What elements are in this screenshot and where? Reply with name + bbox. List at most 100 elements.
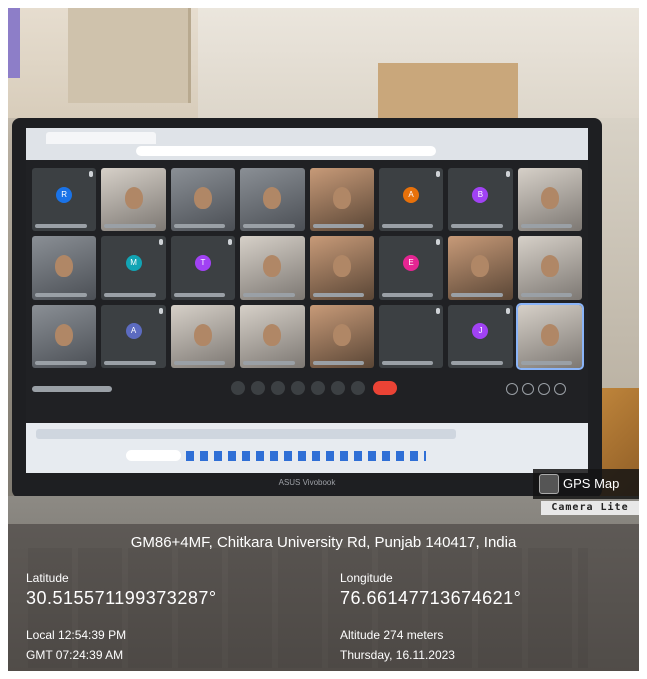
participant-tile: T <box>170 236 236 300</box>
participant-face <box>332 323 351 346</box>
mic-icon <box>436 307 441 314</box>
altitude: Altitude 274 meters <box>340 628 444 642</box>
taskbar-search <box>126 450 181 461</box>
participant-tile: R <box>32 168 97 232</box>
mic-icon <box>228 239 233 246</box>
info-icon <box>506 383 518 395</box>
gmt-time: GMT 07:24:39 AM <box>26 648 124 662</box>
longitude-value: 76.66147713674621° <box>340 588 522 608</box>
logo-subtitle: Camera Lite <box>541 501 639 515</box>
avatar: T <box>194 254 211 271</box>
activities-icon <box>554 383 566 395</box>
participant-tile: B <box>448 168 513 232</box>
browser-address-bar <box>136 146 436 156</box>
date: Thursday, 16.11.2023 <box>340 648 455 662</box>
present-button-icon <box>311 381 325 395</box>
participant-face <box>540 186 559 209</box>
participant-tile <box>309 168 374 232</box>
chat-icon <box>538 383 550 395</box>
avatar: A <box>125 323 142 340</box>
emoji-button-icon <box>291 381 305 395</box>
participant-name <box>243 292 295 297</box>
participant-face <box>332 255 351 278</box>
captions-button-icon <box>271 381 285 395</box>
participant-name <box>35 224 87 229</box>
gps-map-camera-logo: GPS Map Camera Lite <box>533 469 639 517</box>
camera-button-icon <box>251 381 265 395</box>
participant-name <box>35 360 87 365</box>
participant-face <box>124 186 143 209</box>
participant-face <box>193 186 212 209</box>
participant-name <box>451 360 503 365</box>
participant-name <box>104 224 156 229</box>
participant-face <box>263 186 282 209</box>
mic-icon <box>158 239 163 246</box>
participant-tile <box>170 304 236 368</box>
participant-name <box>243 360 295 365</box>
participant-tile <box>378 304 444 368</box>
participant-face <box>55 255 74 278</box>
participant-tile <box>170 168 236 232</box>
participant-tile <box>240 236 305 300</box>
laptop-screen: R A B M T E A J <box>26 128 588 473</box>
mic-icon <box>505 171 510 177</box>
browser-tab <box>46 132 156 144</box>
participant-tile <box>517 168 582 232</box>
participant-name <box>520 292 573 297</box>
participant-tile: E <box>378 236 444 300</box>
participant-tile <box>32 304 97 368</box>
end-call-button-icon <box>373 381 397 395</box>
participant-name <box>381 360 434 365</box>
participant-face <box>332 186 351 209</box>
meeting-code <box>32 386 112 392</box>
participant-name <box>173 360 226 365</box>
avatar: E <box>403 254 420 271</box>
mic-icon <box>158 307 163 314</box>
participant-name <box>312 292 364 297</box>
desk <box>378 63 518 123</box>
participant-face <box>55 323 74 346</box>
location-overlay: GM86+4MF, Chitkara University Rd, Punjab… <box>8 524 639 671</box>
participant-face <box>540 323 559 346</box>
room-door <box>68 8 191 103</box>
longitude-label: Longitude <box>340 571 393 585</box>
address-text: GM86+4MF, Chitkara University Rd, Punjab… <box>130 534 517 551</box>
participant-name <box>173 292 226 297</box>
taskbar-icons <box>186 451 426 461</box>
participant-name <box>312 224 364 229</box>
logo-header: GPS Map <box>533 469 639 499</box>
laptop-brand-label: ASUS Vivobook <box>278 478 336 487</box>
mic-icon <box>505 307 510 314</box>
participant-tile <box>448 236 513 300</box>
participant-tile: M <box>101 236 166 300</box>
mic-icon <box>436 239 441 246</box>
participant-tile <box>309 236 374 300</box>
avatar: R <box>56 186 73 203</box>
participant-name <box>35 292 87 297</box>
avatar: B <box>472 186 489 203</box>
participant-tile <box>517 236 582 300</box>
participant-tile <box>101 168 166 232</box>
participant-face <box>471 255 490 278</box>
avatar: J <box>472 323 489 340</box>
participant-tile <box>32 236 97 300</box>
more-options-icon <box>351 381 365 395</box>
participant-name <box>520 224 573 229</box>
avatar: M <box>125 254 142 271</box>
participant-tile: J <box>448 304 513 368</box>
participant-name <box>312 360 364 365</box>
purple-strip <box>8 8 20 78</box>
participant-name <box>381 292 434 297</box>
browser-toolbar <box>26 128 588 160</box>
participant-tile <box>240 168 305 232</box>
participant-tile: A <box>101 304 166 368</box>
meeting-controls <box>26 376 588 406</box>
participant-name <box>451 292 503 297</box>
mic-icon <box>436 171 441 177</box>
people-icon <box>522 383 534 395</box>
participant-tile <box>309 304 374 368</box>
participant-name <box>104 360 156 365</box>
participant-face <box>540 255 559 278</box>
participant-name <box>173 224 226 229</box>
latitude-value: 30.515571199373287° <box>26 588 217 608</box>
